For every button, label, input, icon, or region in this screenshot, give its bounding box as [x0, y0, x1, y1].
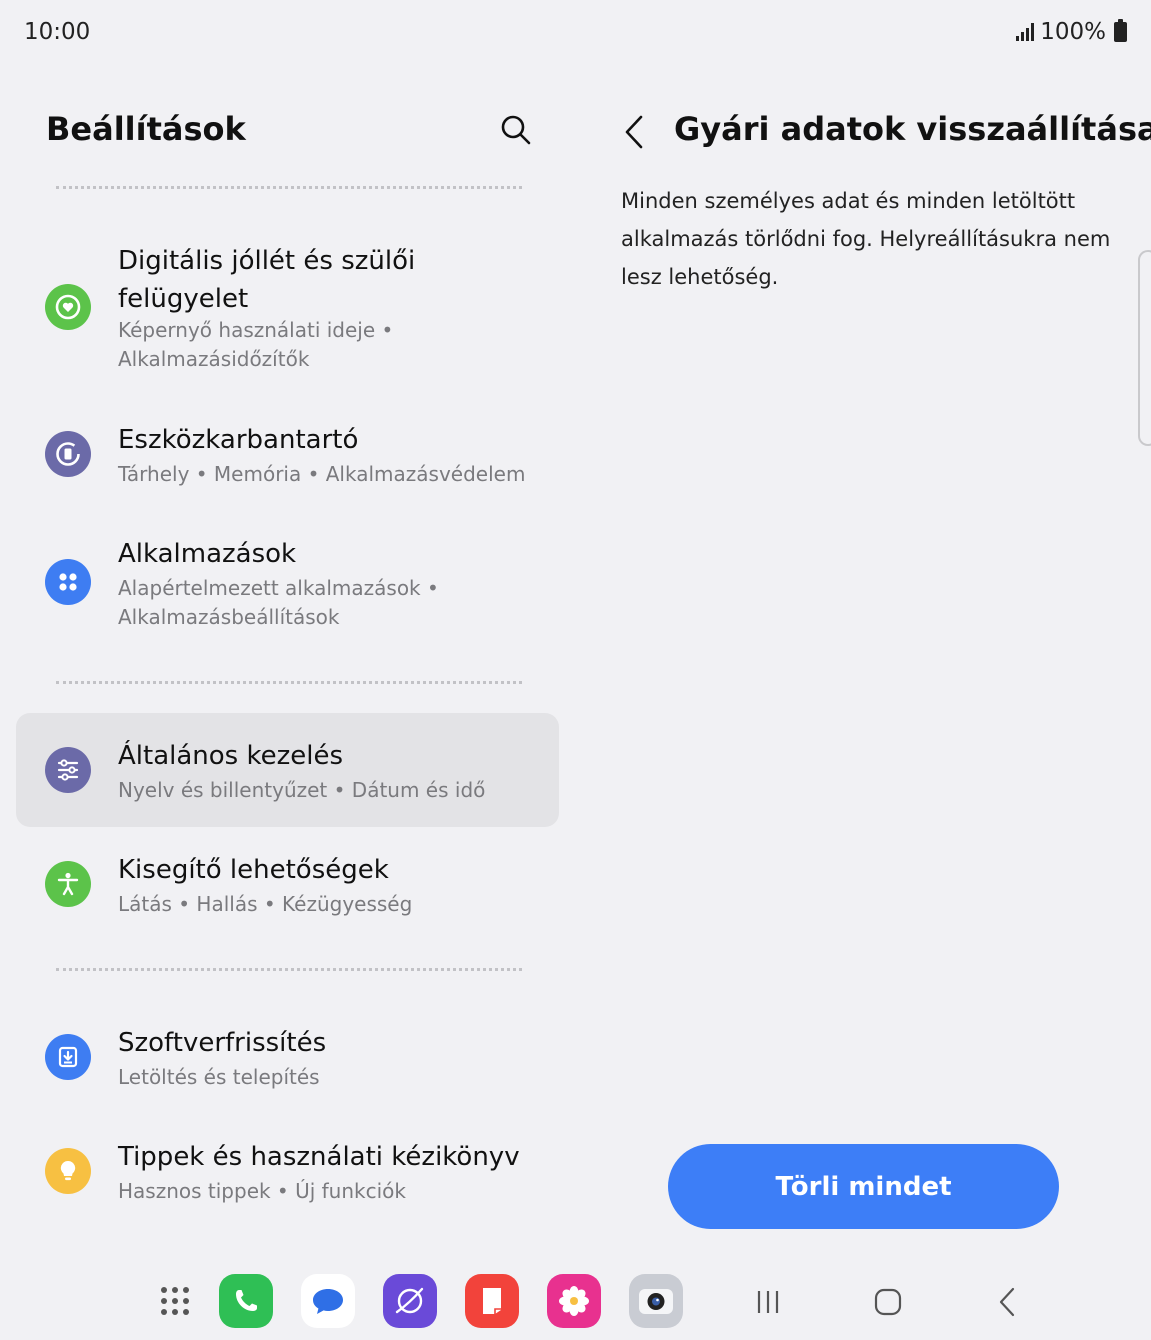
search-icon — [501, 115, 531, 145]
settings-item-software-update[interactable]: Szoftverfrissítés Letöltés és telepítés — [16, 1011, 559, 1107]
home-icon — [874, 1288, 902, 1316]
status-time: 10:00 — [24, 19, 91, 45]
settings-item-general-management[interactable]: Általános kezelés Nyelv és billentyűzet … — [16, 713, 559, 827]
pane-resize-handle[interactable] — [1138, 250, 1151, 446]
taskbar — [0, 1262, 1151, 1340]
signal-icon — [1016, 23, 1035, 41]
nav-back-button[interactable] — [985, 1282, 1029, 1322]
phone-icon — [236, 1290, 257, 1311]
item-subtitle: Letöltés és telepítés — [118, 1065, 320, 1089]
divider — [56, 186, 522, 189]
gallery-icon — [559, 1286, 589, 1316]
software-update-icon — [45, 1034, 91, 1080]
notes-app[interactable] — [465, 1274, 519, 1328]
status-icons: 100% — [1016, 19, 1127, 45]
battery-percent: 100% — [1040, 19, 1106, 45]
item-title: Alkalmazások — [118, 539, 297, 569]
divider — [56, 968, 522, 971]
status-bar: 10:00 100% — [0, 0, 1151, 66]
home-button[interactable] — [866, 1282, 910, 1322]
internet-icon — [395, 1287, 424, 1314]
back-icon — [999, 1287, 1015, 1317]
battery-icon — [1114, 19, 1127, 42]
lightbulb-icon — [45, 1148, 91, 1194]
settings-item-apps[interactable]: Alkalmazások Alapértelmezett alkalmazáso… — [16, 522, 559, 652]
delete-all-button[interactable]: Törli mindet — [668, 1144, 1059, 1229]
item-subtitle: Látás • Hallás • Kézügyesség — [118, 892, 413, 916]
chevron-left-icon — [625, 115, 643, 149]
apps-icon — [45, 559, 91, 605]
messages-app[interactable] — [301, 1274, 355, 1328]
settings-item-digital-wellbeing[interactable]: Digitális jóllét és szülői felügyelet Ké… — [16, 230, 559, 386]
item-subtitle: Hasznos tippek • Új funkciók — [118, 1179, 406, 1203]
device-care-icon — [45, 431, 91, 477]
search-button[interactable] — [496, 110, 536, 150]
settings-item-accessibility[interactable]: Kisegítő lehetőségek Látás • Hallás • Ké… — [16, 838, 559, 934]
gallery-app[interactable] — [547, 1274, 601, 1328]
notes-icon — [483, 1288, 501, 1314]
item-subtitle: Képernyő használati ideje • Alkalmazásid… — [118, 318, 394, 371]
reset-description: Minden személyes adat és minden letöltöt… — [621, 189, 1111, 289]
settings-item-tips[interactable]: Tippek és használati kézikönyv Hasznos t… — [16, 1125, 559, 1221]
phone-app[interactable] — [219, 1274, 273, 1328]
camera-app[interactable] — [629, 1274, 683, 1328]
accessibility-icon — [45, 861, 91, 907]
camera-icon — [639, 1289, 673, 1314]
item-subtitle: Alapértelmezett alkalmazások • Alkalmazá… — [118, 576, 439, 629]
item-title: Általános kezelés — [118, 741, 344, 771]
item-title: Szoftverfrissítés — [118, 1028, 327, 1058]
item-title: Eszközkarbantartó — [118, 425, 359, 455]
internet-app[interactable] — [383, 1274, 437, 1328]
item-subtitle: Nyelv és billentyűzet • Dátum és idő — [118, 778, 486, 802]
item-subtitle: Tárhely • Memória • Alkalmazásvédelem — [118, 462, 526, 486]
item-title: Kisegítő lehetőségek — [118, 855, 389, 885]
settings-item-device-care[interactable]: Eszközkarbantartó Tárhely • Memória • Al… — [16, 408, 559, 504]
divider — [56, 681, 522, 684]
recents-button[interactable] — [746, 1282, 790, 1322]
back-button[interactable] — [618, 112, 650, 152]
apps-grid-button[interactable] — [148, 1274, 202, 1328]
recents-icon — [757, 1291, 779, 1313]
messages-icon — [313, 1289, 343, 1314]
apps-grid-icon — [161, 1287, 189, 1315]
settings-title: Beállítások — [46, 110, 246, 148]
sliders-icon — [45, 747, 91, 793]
item-title: Digitális jóllét és szülői felügyelet — [118, 246, 416, 314]
page-title: Gyári adatok visszaállítása — [674, 110, 1151, 148]
wellbeing-icon — [45, 284, 91, 330]
item-title: Tippek és használati kézikönyv — [118, 1142, 520, 1172]
